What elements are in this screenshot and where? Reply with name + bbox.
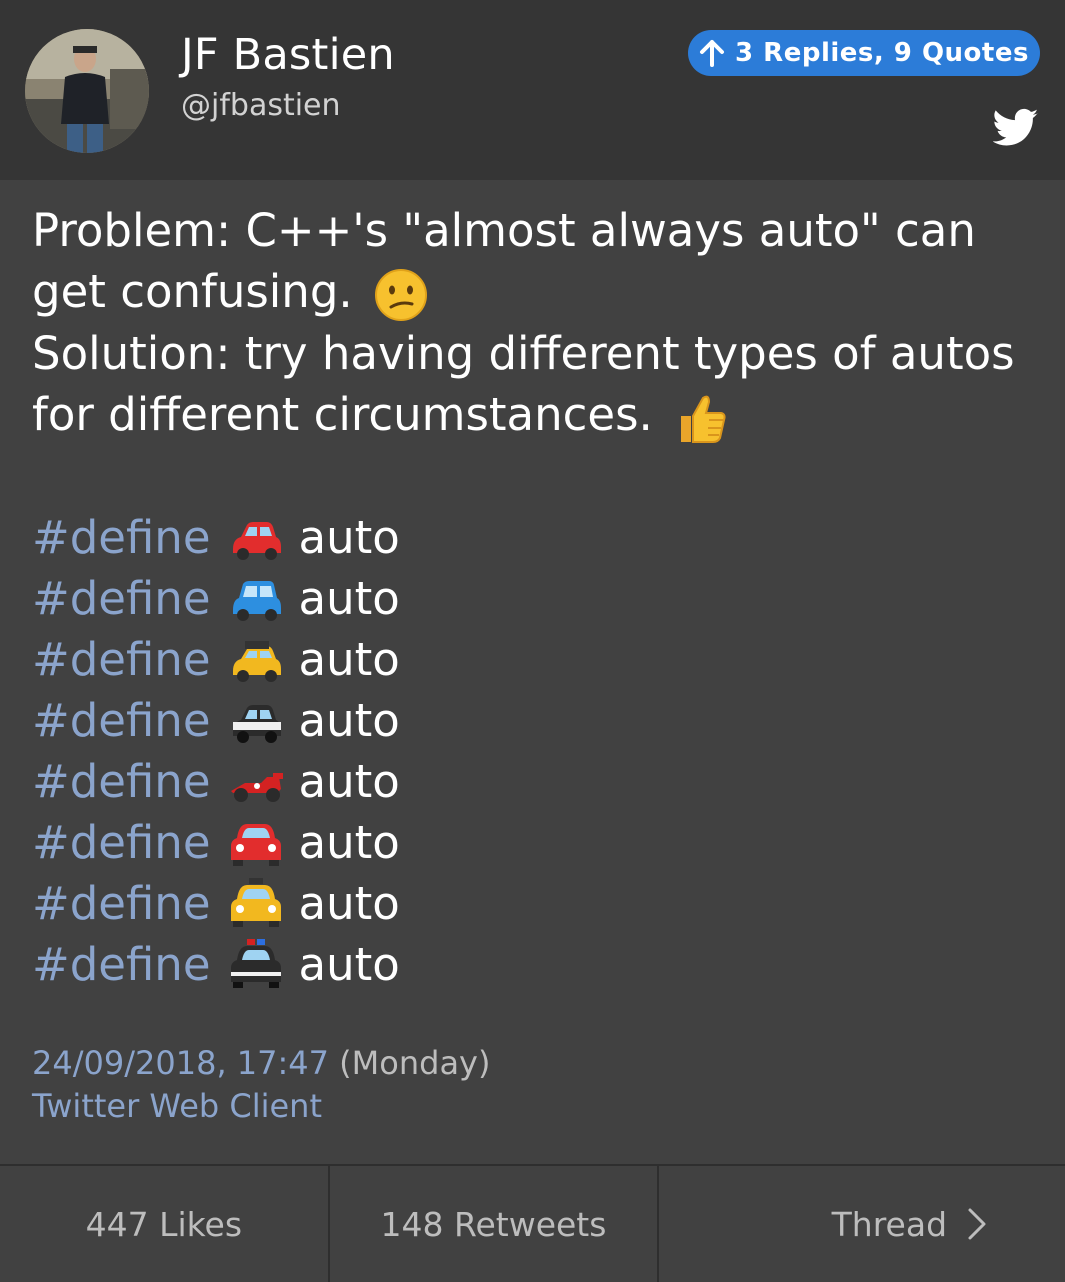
define-row: #define auto bbox=[32, 751, 1042, 812]
oncoming-taxi-icon bbox=[230, 877, 281, 927]
tweet-solution-text: Solution: try having different types of … bbox=[32, 327, 1015, 441]
auto-keyword: auto bbox=[298, 694, 400, 747]
hashtag-define[interactable]: #define bbox=[32, 812, 211, 873]
thread-button[interactable]: Thread bbox=[657, 1166, 1065, 1282]
taxi-icon bbox=[232, 640, 281, 682]
arrow-up-icon bbox=[700, 40, 725, 67]
define-row: #define auto bbox=[32, 873, 1042, 934]
tweet-meta: 24/09/2018, 17:47 (Monday) Twitter Web C… bbox=[32, 1042, 490, 1128]
replies-quotes-label: 3 Replies, 9 Quotes bbox=[735, 38, 1029, 68]
hashtag-define[interactable]: #define bbox=[32, 568, 211, 629]
likes-label: 447 Likes bbox=[85, 1204, 243, 1244]
tweet-header: JF Bastien @jfbastien 3 Replies, 9 Quote… bbox=[0, 0, 1065, 180]
auto-keyword: auto bbox=[298, 877, 400, 930]
define-row: #define auto bbox=[32, 507, 1042, 568]
tweet-client-link[interactable]: Twitter Web Client bbox=[32, 1085, 490, 1128]
thumbs-up-icon bbox=[681, 395, 726, 443]
tweet-problem-text: Problem: C++'s "almost always auto" can … bbox=[32, 204, 976, 318]
tweet-weekday: (Monday) bbox=[339, 1044, 491, 1082]
user-avatar[interactable] bbox=[25, 29, 149, 153]
define-row: #define auto bbox=[32, 629, 1042, 690]
define-row: #define auto bbox=[32, 812, 1042, 873]
hashtag-define[interactable]: #define bbox=[32, 934, 211, 995]
retweets-label: 148 Retweets bbox=[380, 1204, 607, 1244]
auto-keyword: auto bbox=[298, 816, 400, 869]
thread-label: Thread bbox=[831, 1204, 948, 1244]
auto-keyword: auto bbox=[298, 633, 400, 686]
tweet-timestamp[interactable]: 24/09/2018, 17:47 bbox=[32, 1044, 329, 1082]
blue-car-icon bbox=[232, 580, 281, 621]
define-row: #define auto bbox=[32, 934, 1042, 995]
auto-keyword: auto bbox=[298, 511, 400, 564]
hashtag-define[interactable]: #define bbox=[32, 751, 211, 812]
user-display-name[interactable]: JF Bastien bbox=[181, 30, 395, 80]
user-handle[interactable]: @jfbastien bbox=[181, 88, 341, 123]
red-car-icon bbox=[232, 521, 281, 560]
define-list: #define auto #define auto #define auto #… bbox=[32, 507, 1042, 995]
define-row: #define auto bbox=[32, 568, 1042, 629]
replies-quotes-button[interactable]: 3 Replies, 9 Quotes bbox=[688, 30, 1040, 76]
hashtag-define[interactable]: #define bbox=[32, 873, 211, 934]
racing-car-icon bbox=[230, 772, 283, 802]
tweet-solution-line: Solution: try having different types of … bbox=[32, 323, 1042, 446]
twitter-bird-icon[interactable] bbox=[993, 108, 1039, 148]
define-row: #define auto bbox=[32, 690, 1042, 751]
auto-keyword: auto bbox=[298, 755, 400, 808]
auto-keyword: auto bbox=[298, 572, 400, 625]
oncoming-police-car-icon bbox=[230, 938, 281, 988]
auto-keyword: auto bbox=[298, 938, 400, 991]
likes-button[interactable]: 447 Likes bbox=[0, 1166, 328, 1282]
retweets-button[interactable]: 148 Retweets bbox=[327, 1166, 658, 1282]
confused-face-icon bbox=[375, 269, 428, 321]
police-car-icon bbox=[232, 704, 281, 743]
hashtag-define[interactable]: #define bbox=[32, 629, 211, 690]
hashtag-define[interactable]: #define bbox=[32, 507, 211, 568]
tweet-action-bar: 447 Likes 148 Retweets Thread bbox=[0, 1164, 1065, 1282]
hashtag-define[interactable]: #define bbox=[32, 690, 211, 751]
oncoming-automobile-icon bbox=[230, 823, 281, 866]
tweet-body: Problem: C++'s "almost always auto" can … bbox=[32, 200, 1042, 995]
tweet-problem-line: Problem: C++'s "almost always auto" can … bbox=[32, 200, 1042, 323]
chevron-right-icon bbox=[968, 1208, 986, 1240]
